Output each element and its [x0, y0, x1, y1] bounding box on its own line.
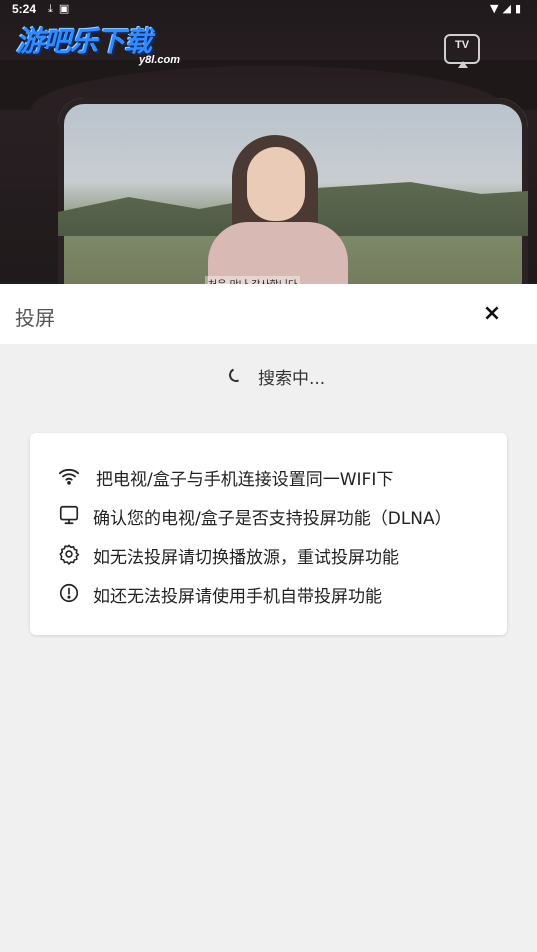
video-person-face [247, 147, 305, 221]
tip-text: 如还无法投屏请使用手机自带投屏功能 [93, 587, 382, 607]
tip-item-system-cast: 如还无法投屏请使用手机自带投屏功能 [58, 580, 498, 607]
tv-cast-label: TV [454, 39, 470, 51]
tv-cast-button[interactable]: TV [444, 34, 480, 68]
cast-sheet-header: 投屏 [0, 284, 537, 344]
monitor-icon [58, 504, 80, 526]
loading-spinner-icon [227, 366, 245, 384]
app-logo: 游吧乐下载 y8l.com [16, 20, 186, 66]
close-icon: × [482, 301, 502, 326]
a-icon: ▣ [58, 2, 76, 15]
cast-sheet-title: 投屏 [15, 306, 55, 330]
video-player[interactable]: 처음 만나 감사합니다 5:24 ⤓▣ ▼◢▮ 游吧乐下载 y8l.com TV [0, 0, 537, 284]
tip-text: 确认您的电视/盒子是否支持投屏功能（DLNA） [93, 509, 452, 529]
video-subtitle: 처음 만나 감사합니다 [205, 276, 301, 284]
status-right-icons: ▼◢▮ [490, 2, 525, 15]
tip-text: 如无法投屏请切换播放源，重试投屏功能 [93, 548, 399, 568]
download-icon: ⤓ [48, 2, 59, 15]
wifi-icon: ▼ [490, 2, 503, 15]
signal-icon: ◢ [502, 2, 515, 15]
logo-subtitle: y8l.com [139, 54, 180, 66]
tip-item-dlna: 确认您的电视/盒子是否支持投屏功能（DLNA） [58, 502, 498, 529]
alert-circle-icon [58, 582, 80, 604]
tip-item-wifi: 把电视/盒子与手机连接设置同一WIFI下 [58, 463, 498, 490]
search-status: 搜索中... [0, 362, 537, 389]
video-person-body [208, 222, 348, 284]
status-left-icons: ⤓▣ [48, 2, 75, 16]
logo-title: 游吧乐下载 [16, 25, 152, 58]
search-status-text: 搜索中... [258, 369, 326, 389]
status-bar: 5:24 ⤓▣ ▼◢▮ [0, 0, 537, 18]
tip-text: 把电视/盒子与手机连接设置同一WIFI下 [96, 470, 394, 490]
wifi-icon [58, 465, 80, 487]
tip-item-switch-source: 如无法投屏请切换播放源，重试投屏功能 [58, 541, 498, 568]
close-button[interactable]: × [478, 296, 506, 332]
battery-icon: ▮ [514, 2, 525, 15]
status-time: 5:24 [12, 2, 37, 16]
gear-icon [58, 543, 80, 565]
cast-tips-card: 把电视/盒子与手机连接设置同一WIFI下 确认您的电视/盒子是否支持投屏功能（D… [30, 433, 507, 635]
